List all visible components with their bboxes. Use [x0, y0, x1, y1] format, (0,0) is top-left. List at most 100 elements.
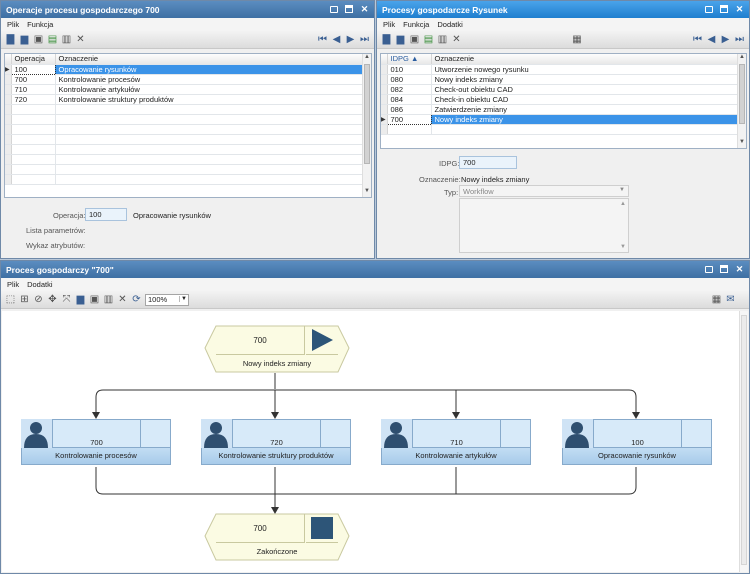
refresh-icon[interactable]: ⟳ [131, 294, 142, 305]
table-row[interactable]: 710 Kontrolowanie artykułów [5, 84, 371, 95]
navigate-icon[interactable]: ⊘ [33, 294, 44, 305]
zoom-select[interactable]: 100% ▼ [145, 293, 189, 306]
column-header-operacja[interactable]: Operacja [11, 54, 56, 65]
new-icon[interactable]: ▇ [381, 34, 392, 45]
typ-select[interactable]: Workflow ▼ [459, 185, 629, 197]
table-row[interactable]: 010 Utworzenie nowego rysunku [381, 64, 746, 75]
maximize-icon[interactable] [345, 5, 353, 13]
save-icon[interactable]: ▣ [89, 294, 100, 305]
table-row[interactable]: 080 Nowy indeks zmiany [381, 74, 746, 85]
next-icon[interactable]: ▶ [720, 34, 731, 45]
fit-icon[interactable]: ⤧ [61, 294, 72, 305]
restore-icon[interactable] [330, 6, 338, 13]
processes-title: Procesy gospodarcze Rysunek [382, 4, 508, 15]
restore-icon[interactable] [705, 6, 713, 13]
operations-toolbar: ▇ ▆ ▣ ▤ ▥ ✕ ⏮ ◀ ▶ ⏭ [1, 31, 374, 49]
next-icon[interactable]: ▶ [345, 34, 356, 45]
scroll-down-icon[interactable]: ▼ [738, 139, 746, 148]
start-event[interactable]: 700 Nowy indeks zmiany [216, 326, 338, 372]
scroll-down-icon[interactable]: ▼ [363, 188, 371, 197]
prev-icon[interactable]: ◀ [706, 34, 717, 45]
diagram-toolbar: ⬚ ⊞ ⊘ ✥ ⤧ ▆ ▣ ▥ ✕ ⟳ 100% ▼ ▦ ✉ [1, 291, 749, 309]
processes-scrollbar[interactable]: ▲ ▼ [737, 54, 746, 148]
scroll-up-icon[interactable]: ▲ [738, 54, 746, 63]
save-icon[interactable]: ▣ [409, 34, 420, 45]
last-icon[interactable]: ⏭ [359, 34, 370, 45]
table-row[interactable]: 084 Check-in obiektu CAD [381, 94, 746, 105]
end-event[interactable]: 700 Zakończone [216, 514, 338, 560]
task-node[interactable]: 710 Kontrolowanie artykułów [381, 419, 531, 465]
table-row[interactable]: 082 Check-out obiektu CAD [381, 84, 746, 95]
copy-icon[interactable]: ▤ [423, 34, 434, 45]
process-diagram-canvas[interactable]: 700 Nowy indeks zmiany 700 Kontrolowanie… [2, 311, 748, 572]
column-header-oznaczenie[interactable]: Oznaczenie [431, 54, 746, 65]
layout-icon[interactable]: ⊞ [19, 294, 30, 305]
open-icon[interactable]: ▆ [19, 34, 30, 45]
task-node[interactable]: 720 Kontrolowanie struktury produktów [201, 419, 351, 465]
table-row[interactable]: 720 Kontrolowanie struktury produktów [5, 94, 371, 105]
print-icon[interactable]: ▦ [572, 34, 583, 45]
menu-funkcja[interactable]: Funkcja [27, 20, 53, 29]
task-node[interactable]: 700 Kontrolowanie procesów [21, 419, 171, 465]
operations-scrollbar[interactable]: ▲ ▼ [362, 54, 371, 197]
sort-asc-icon: ▲ [410, 54, 419, 64]
menu-plik[interactable]: Plik [7, 20, 19, 29]
move-icon[interactable]: ✥ [47, 294, 58, 305]
delete-icon[interactable]: ▥ [103, 294, 114, 305]
new-icon[interactable]: ▇ [5, 34, 16, 45]
scroll-thumb[interactable] [364, 64, 370, 164]
task-node[interactable]: 100 Opracowanie rysunków [562, 419, 712, 465]
cancel-icon[interactable]: ✕ [451, 34, 462, 45]
delete-icon[interactable]: ▥ [437, 34, 448, 45]
delete-icon[interactable]: ▥ [61, 34, 72, 45]
diagram-titlebar: Proces gospodarczy "700" ✕ [1, 261, 749, 278]
play-icon [306, 326, 338, 355]
idpg-label: IDPG: [439, 159, 460, 168]
menu-dodatki[interactable]: Dodatki [437, 20, 462, 29]
first-icon[interactable]: ⏮ [317, 34, 328, 45]
maximize-icon[interactable] [720, 5, 728, 13]
user-icon [21, 419, 52, 448]
close-icon[interactable]: ✕ [735, 265, 744, 274]
close-icon[interactable]: ✕ [360, 5, 369, 14]
table-row[interactable]: 086 Zatwierdzenie zmiany [381, 104, 746, 115]
scroll-down-icon[interactable]: ▼ [620, 244, 626, 250]
user-icon [562, 419, 593, 448]
save-icon[interactable]: ▣ [33, 34, 44, 45]
restore-icon[interactable] [705, 266, 713, 273]
menu-plik[interactable]: Plik [383, 20, 395, 29]
mail-icon[interactable]: ✉ [725, 294, 736, 305]
typ-description-area[interactable]: ▲ ▼ [459, 198, 629, 253]
column-header-oznaczenie[interactable]: Oznaczenie [55, 54, 371, 65]
open-icon[interactable]: ▆ [75, 294, 86, 305]
last-icon[interactable]: ⏭ [734, 34, 745, 45]
prev-icon[interactable]: ◀ [331, 34, 342, 45]
task-label: Kontrolowanie artykułów [381, 448, 531, 465]
copy-icon[interactable]: ▤ [47, 34, 58, 45]
table-row[interactable]: ▶ 100 Opracowanie rysunków [5, 63, 371, 75]
scroll-thumb[interactable] [739, 64, 745, 124]
maximize-icon[interactable] [720, 265, 728, 273]
idpg-field[interactable]: 700 [459, 156, 517, 169]
scroll-up-icon[interactable]: ▲ [620, 201, 626, 207]
task-label: Kontrolowanie procesów [21, 448, 171, 465]
column-header-idpg[interactable]: IDPG ▲ [387, 54, 432, 65]
first-icon[interactable]: ⏮ [692, 34, 703, 45]
cancel-icon[interactable]: ✕ [117, 294, 128, 305]
menu-plik[interactable]: Plik [7, 280, 19, 289]
table-row[interactable]: ▶ 700 Nowy indeks zmiany [381, 113, 746, 125]
user-icon [201, 419, 232, 448]
operations-menubar: Plik Funkcja [1, 18, 374, 31]
menu-dodatki[interactable]: Dodatki [27, 280, 52, 289]
print-icon[interactable]: ▦ [711, 294, 722, 305]
cancel-icon[interactable]: ✕ [75, 34, 86, 45]
table-row[interactable]: 700 Kontrolowanie procesów [5, 74, 371, 85]
operations-grid: Operacja Oznaczenie ▶ 100 Opracowanie rysun… [4, 53, 372, 198]
menu-funkcja[interactable]: Funkcja [403, 20, 429, 29]
close-icon[interactable]: ✕ [735, 5, 744, 14]
select-icon[interactable]: ⬚ [5, 294, 16, 305]
open-icon[interactable]: ▆ [395, 34, 406, 45]
oznaczenie-value: Nowy indeks zmiany [461, 175, 530, 184]
scroll-up-icon[interactable]: ▲ [363, 54, 371, 63]
operacja-field[interactable]: 100 [85, 208, 127, 221]
